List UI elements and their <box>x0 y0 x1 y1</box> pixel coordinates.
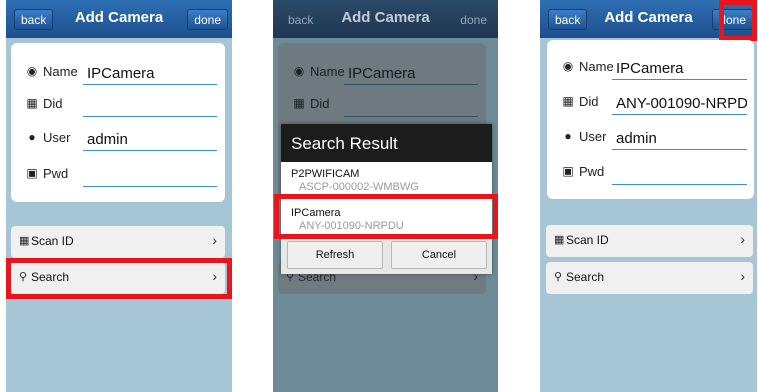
pwd-row: ▣ Pwd <box>547 157 754 187</box>
user-label: User <box>579 129 607 144</box>
pwd-label: Pwd <box>43 166 69 181</box>
phone-screen-3: back Add Camera done ◉ Name IPCamera ▦ D… <box>540 0 757 392</box>
dialog-title: Search Result <box>281 124 492 162</box>
name-field[interactable]: IPCamera <box>348 65 416 82</box>
user-icon: ● <box>28 130 36 144</box>
name-row: ◉ Name IPCamera <box>547 52 754 82</box>
result-name: P2PWIFICAM <box>291 168 360 180</box>
did-label: Did <box>579 94 599 109</box>
chevron-right-icon: › <box>740 231 745 247</box>
scan-id-label: Scan ID <box>566 233 609 247</box>
pwd-label: Pwd <box>579 164 605 179</box>
name-field[interactable]: IPCamera <box>616 60 684 77</box>
user-field-underline <box>83 150 217 151</box>
did-row: ▦ Did ANY-001090-NRPD <box>547 87 754 117</box>
did-label: Did <box>310 96 330 111</box>
search-button[interactable]: ⚲ Search › <box>546 262 753 294</box>
camera-form: ◉ Name IPCamera ▦ Did ● User admin ▣ Pwd <box>11 43 225 202</box>
scan-id-button[interactable]: ▦ Scan ID › <box>546 225 753 257</box>
grid-icon: ▦ <box>293 96 305 110</box>
person-badge-icon: ◉ <box>293 64 305 78</box>
did-field[interactable]: ANY-001090-NRPD <box>616 95 747 112</box>
user-field[interactable]: admin <box>87 131 128 148</box>
chevron-right-icon: › <box>740 268 745 284</box>
name-field-underline <box>83 84 217 85</box>
refresh-button[interactable]: Refresh <box>287 241 383 269</box>
done-highlight-box <box>719 0 757 41</box>
search-icon: ⚲ <box>554 271 563 283</box>
phone-screen-1: back Add Camera done ◉ Name IPCamera ▦ D… <box>6 0 232 392</box>
user-label: User <box>43 130 71 145</box>
grid-icon: ▦ <box>26 96 38 110</box>
done-button[interactable]: done <box>187 9 228 30</box>
user-field-underline <box>612 149 747 150</box>
lock-icon: ▣ <box>26 166 38 180</box>
name-field-underline <box>344 84 478 85</box>
pwd-row: ▣ Pwd <box>11 159 225 189</box>
did-field-underline <box>344 116 478 117</box>
did-label: Did <box>43 96 63 111</box>
name-label: Name <box>43 64 78 79</box>
scan-id-label: Scan ID <box>31 234 74 248</box>
phone-screen-2: back Add Camera done ◉ Name IPCamera ▦ D… <box>273 0 498 392</box>
user-row: ● User admin <box>547 122 754 152</box>
title-bar: back Add Camera done <box>273 0 498 38</box>
lock-icon: ▣ <box>562 164 574 178</box>
done-button[interactable]: done <box>453 9 494 30</box>
search-label: Search <box>566 270 605 284</box>
name-field[interactable]: IPCamera <box>87 65 155 82</box>
cancel-button[interactable]: Cancel <box>391 241 487 269</box>
pwd-field-underline <box>83 186 217 187</box>
chevron-right-icon: › <box>212 232 217 248</box>
user-row: ● User admin <box>11 123 225 153</box>
name-field-underline <box>612 79 747 80</box>
search-highlight-box <box>6 258 232 299</box>
user-field[interactable]: admin <box>616 130 657 147</box>
name-row: ◉ Name IPCamera <box>11 57 225 87</box>
name-row: ◉ Name IPCamera <box>278 57 486 87</box>
title-bar: back Add Camera done <box>6 0 232 38</box>
person-badge-icon: ◉ <box>26 64 38 78</box>
user-icon: ● <box>564 129 572 143</box>
qr-code-icon: ▦ <box>19 235 30 247</box>
grid-icon: ▦ <box>562 94 574 108</box>
name-label: Name <box>310 64 345 79</box>
result-uid: ASCP-000002-WMBWG <box>299 181 419 193</box>
did-field-underline <box>83 116 217 117</box>
result-highlight-box <box>274 194 498 239</box>
did-row: ▦ Did <box>278 89 486 119</box>
did-row: ▦ Did <box>11 89 225 119</box>
person-badge-icon: ◉ <box>562 59 574 73</box>
scan-id-button[interactable]: ▦ Scan ID › <box>11 226 225 258</box>
name-label: Name <box>579 59 614 74</box>
camera-form: ◉ Name IPCamera ▦ Did ANY-001090-NRPD ● … <box>547 40 754 199</box>
pwd-field-underline <box>612 184 747 185</box>
qr-code-icon: ▦ <box>554 234 565 246</box>
dialog-footer: Refresh Cancel <box>281 238 492 274</box>
did-field-underline <box>612 114 747 115</box>
